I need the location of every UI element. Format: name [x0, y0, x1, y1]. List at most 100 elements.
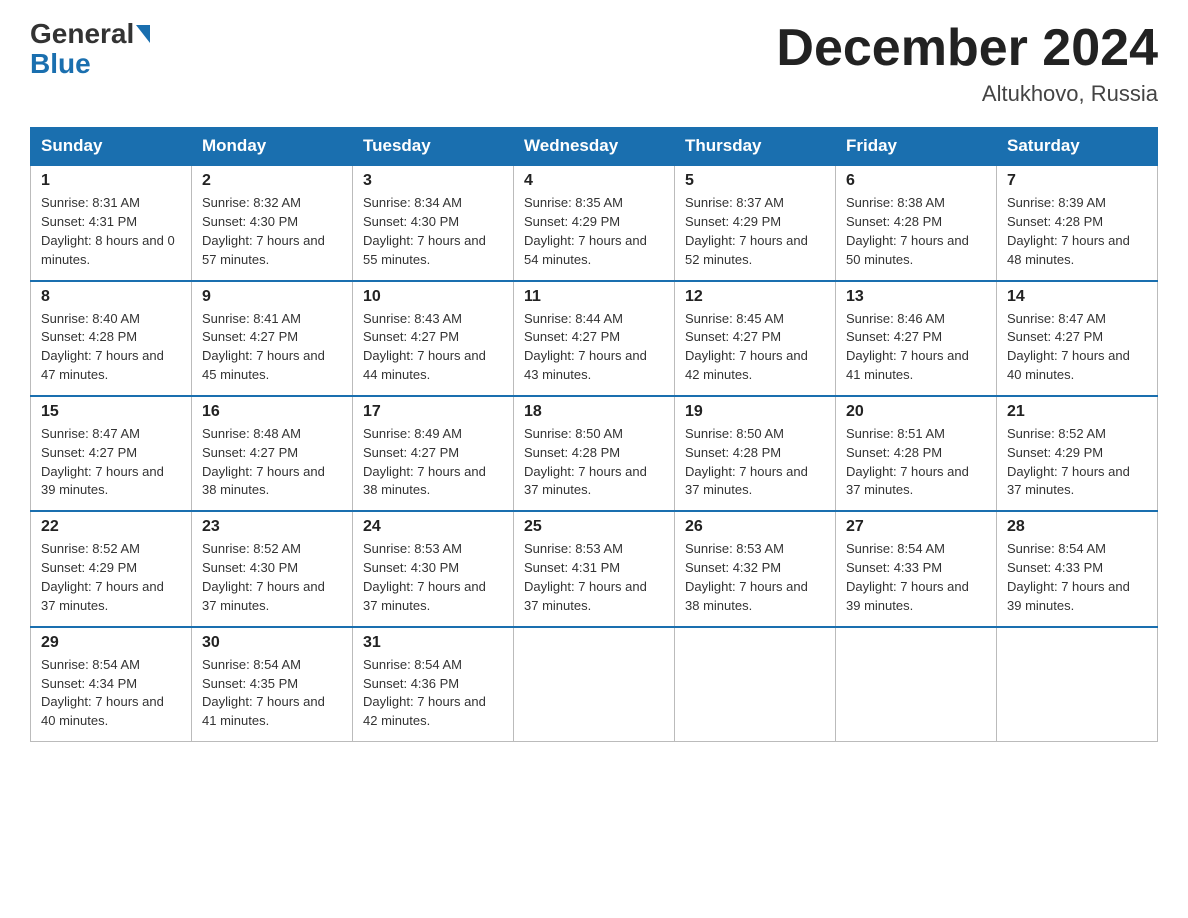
day-number: 2	[202, 172, 342, 190]
day-number: 30	[202, 634, 342, 652]
page-header: General Blue December 2024 Altukhovo, Ru…	[30, 20, 1158, 107]
day-info: Sunrise: 8:53 AMSunset: 4:31 PMDaylight:…	[524, 540, 664, 615]
day-cell: 11Sunrise: 8:44 AMSunset: 4:27 PMDayligh…	[514, 281, 675, 396]
day-info: Sunrise: 8:47 AMSunset: 4:27 PMDaylight:…	[1007, 310, 1147, 385]
day-number: 10	[363, 288, 503, 306]
logo-arrow-icon	[136, 25, 150, 43]
day-cell: 9 Sunrise: 8:41 AMSunset: 4:27 PMDaylight…	[192, 281, 353, 396]
day-number: 22	[41, 518, 181, 536]
day-info: Sunrise: 8:53 AMSunset: 4:32 PMDaylight:…	[685, 540, 825, 615]
day-number: 1	[41, 172, 181, 190]
day-info: Sunrise: 8:51 AMSunset: 4:28 PMDaylight:…	[846, 425, 986, 500]
day-number: 9	[202, 288, 342, 306]
day-info: Sunrise: 8:49 AMSunset: 4:27 PMDaylight:…	[363, 425, 503, 500]
day-cell: 26 Sunrise: 8:53 AMSunset: 4:32 PMDayligh…	[675, 511, 836, 626]
day-number: 26	[685, 518, 825, 536]
day-cell: 24 Sunrise: 8:53 AMSunset: 4:30 PMDayligh…	[353, 511, 514, 626]
day-cell	[836, 627, 997, 742]
day-cell: 10 Sunrise: 8:43 AMSunset: 4:27 PMDayligh…	[353, 281, 514, 396]
day-number: 15	[41, 403, 181, 421]
day-cell	[997, 627, 1158, 742]
day-cell: 14Sunrise: 8:47 AMSunset: 4:27 PMDayligh…	[997, 281, 1158, 396]
day-number: 6	[846, 172, 986, 190]
day-number: 25	[524, 518, 664, 536]
day-cell: 4 Sunrise: 8:35 AMSunset: 4:29 PMDaylight…	[514, 165, 675, 280]
day-number: 31	[363, 634, 503, 652]
day-cell: 1 Sunrise: 8:31 AMSunset: 4:31 PMDaylight…	[31, 165, 192, 280]
day-info: Sunrise: 8:47 AMSunset: 4:27 PMDaylight:…	[41, 425, 181, 500]
day-cell: 22 Sunrise: 8:52 AMSunset: 4:29 PMDayligh…	[31, 511, 192, 626]
day-cell: 27 Sunrise: 8:54 AMSunset: 4:33 PMDayligh…	[836, 511, 997, 626]
day-number: 11	[524, 288, 664, 306]
week-row-4: 22 Sunrise: 8:52 AMSunset: 4:29 PMDayligh…	[31, 511, 1158, 626]
day-info: Sunrise: 8:46 AMSunset: 4:27 PMDaylight:…	[846, 310, 986, 385]
day-info: Sunrise: 8:45 AMSunset: 4:27 PMDaylight:…	[685, 310, 825, 385]
day-cell: 17 Sunrise: 8:49 AMSunset: 4:27 PMDayligh…	[353, 396, 514, 511]
day-cell: 19Sunrise: 8:50 AMSunset: 4:28 PMDayligh…	[675, 396, 836, 511]
day-number: 3	[363, 172, 503, 190]
day-cell: 20Sunrise: 8:51 AMSunset: 4:28 PMDayligh…	[836, 396, 997, 511]
day-info: Sunrise: 8:54 AMSunset: 4:33 PMDaylight:…	[846, 540, 986, 615]
day-cell: 2 Sunrise: 8:32 AMSunset: 4:30 PMDaylight…	[192, 165, 353, 280]
day-info: Sunrise: 8:37 AMSunset: 4:29 PMDaylight:…	[685, 194, 825, 269]
day-info: Sunrise: 8:34 AMSunset: 4:30 PMDaylight:…	[363, 194, 503, 269]
day-number: 19	[685, 403, 825, 421]
col-header-monday: Monday	[192, 128, 353, 166]
day-cell: 30Sunrise: 8:54 AMSunset: 4:35 PMDayligh…	[192, 627, 353, 742]
day-cell: 13 Sunrise: 8:46 AMSunset: 4:27 PMDayligh…	[836, 281, 997, 396]
location: Altukhovo, Russia	[776, 81, 1158, 107]
day-info: Sunrise: 8:52 AMSunset: 4:30 PMDaylight:…	[202, 540, 342, 615]
day-info: Sunrise: 8:32 AMSunset: 4:30 PMDaylight:…	[202, 194, 342, 269]
day-number: 18	[524, 403, 664, 421]
day-info: Sunrise: 8:31 AMSunset: 4:31 PMDaylight:…	[41, 194, 181, 269]
day-number: 7	[1007, 172, 1147, 190]
day-number: 29	[41, 634, 181, 652]
col-header-friday: Friday	[836, 128, 997, 166]
day-info: Sunrise: 8:54 AMSunset: 4:34 PMDaylight:…	[41, 656, 181, 731]
day-info: Sunrise: 8:43 AMSunset: 4:27 PMDaylight:…	[363, 310, 503, 385]
day-cell	[675, 627, 836, 742]
day-cell: 12 Sunrise: 8:45 AMSunset: 4:27 PMDayligh…	[675, 281, 836, 396]
day-info: Sunrise: 8:52 AMSunset: 4:29 PMDaylight:…	[1007, 425, 1147, 500]
col-header-wednesday: Wednesday	[514, 128, 675, 166]
day-cell: 29 Sunrise: 8:54 AMSunset: 4:34 PMDayligh…	[31, 627, 192, 742]
day-number: 4	[524, 172, 664, 190]
day-cell: 31 Sunrise: 8:54 AMSunset: 4:36 PMDayligh…	[353, 627, 514, 742]
col-header-thursday: Thursday	[675, 128, 836, 166]
logo-general: General	[30, 20, 134, 48]
day-info: Sunrise: 8:48 AMSunset: 4:27 PMDaylight:…	[202, 425, 342, 500]
week-row-5: 29 Sunrise: 8:54 AMSunset: 4:34 PMDayligh…	[31, 627, 1158, 742]
day-cell: 3 Sunrise: 8:34 AMSunset: 4:30 PMDaylight…	[353, 165, 514, 280]
day-info: Sunrise: 8:38 AMSunset: 4:28 PMDaylight:…	[846, 194, 986, 269]
day-cell: 18 Sunrise: 8:50 AMSunset: 4:28 PMDayligh…	[514, 396, 675, 511]
day-number: 27	[846, 518, 986, 536]
day-cell: 21 Sunrise: 8:52 AMSunset: 4:29 PMDayligh…	[997, 396, 1158, 511]
day-number: 12	[685, 288, 825, 306]
col-header-sunday: Sunday	[31, 128, 192, 166]
week-row-1: 1 Sunrise: 8:31 AMSunset: 4:31 PMDaylight…	[31, 165, 1158, 280]
day-number: 21	[1007, 403, 1147, 421]
day-number: 24	[363, 518, 503, 536]
day-number: 8	[41, 288, 181, 306]
calendar-header-row: SundayMondayTuesdayWednesdayThursdayFrid…	[31, 128, 1158, 166]
day-number: 17	[363, 403, 503, 421]
day-number: 13	[846, 288, 986, 306]
day-info: Sunrise: 8:54 AMSunset: 4:36 PMDaylight:…	[363, 656, 503, 731]
day-cell: 25 Sunrise: 8:53 AMSunset: 4:31 PMDayligh…	[514, 511, 675, 626]
day-info: Sunrise: 8:53 AMSunset: 4:30 PMDaylight:…	[363, 540, 503, 615]
day-info: Sunrise: 8:52 AMSunset: 4:29 PMDaylight:…	[41, 540, 181, 615]
day-cell: 5 Sunrise: 8:37 AMSunset: 4:29 PMDaylight…	[675, 165, 836, 280]
logo-blue: Blue	[30, 50, 91, 78]
calendar-table: SundayMondayTuesdayWednesdayThursdayFrid…	[30, 127, 1158, 742]
day-number: 16	[202, 403, 342, 421]
day-info: Sunrise: 8:41 AMSunset: 4:27 PMDaylight:…	[202, 310, 342, 385]
day-info: Sunrise: 8:50 AMSunset: 4:28 PMDaylight:…	[524, 425, 664, 500]
week-row-2: 8Sunrise: 8:40 AMSunset: 4:28 PMDaylight…	[31, 281, 1158, 396]
day-number: 5	[685, 172, 825, 190]
day-cell: 8Sunrise: 8:40 AMSunset: 4:28 PMDaylight…	[31, 281, 192, 396]
logo: General Blue	[30, 20, 150, 78]
month-title: December 2024	[776, 20, 1158, 77]
day-info: Sunrise: 8:54 AMSunset: 4:33 PMDaylight:…	[1007, 540, 1147, 615]
day-info: Sunrise: 8:35 AMSunset: 4:29 PMDaylight:…	[524, 194, 664, 269]
col-header-saturday: Saturday	[997, 128, 1158, 166]
